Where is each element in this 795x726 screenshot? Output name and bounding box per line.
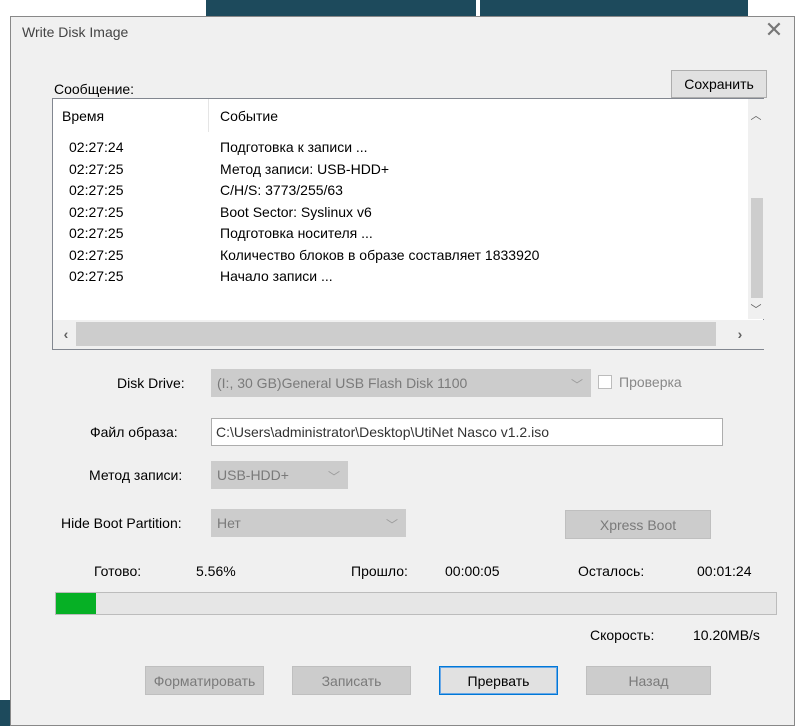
- speed-label: Скорость:: [590, 627, 655, 643]
- write-method-label: Метод записи:: [89, 467, 183, 483]
- disk-drive-label: Disk Drive:: [117, 375, 185, 391]
- scrollbar-corner: [748, 320, 764, 349]
- progress-bar: [55, 592, 777, 615]
- hide-boot-partition-label: Hide Boot Partition:: [61, 515, 182, 531]
- chevron-down-icon: ﹀: [385, 518, 398, 532]
- log-row-event[interactable]: Метод записи: USB-HDD+: [220, 161, 389, 177]
- log-label: Сообщение:: [54, 81, 135, 97]
- write-button[interactable]: Записать: [292, 666, 411, 695]
- log-row-event[interactable]: Boot Sector: Syslinux v6: [220, 204, 372, 220]
- column-header-time[interactable]: Время: [62, 108, 104, 124]
- abort-button[interactable]: Прервать: [439, 666, 558, 695]
- remaining-value: 00:01:24: [697, 563, 752, 579]
- horizontal-scroll-thumb[interactable]: [76, 322, 716, 346]
- log-list[interactable]: [52, 98, 764, 350]
- image-file-input[interactable]: C:\Users\administrator\Desktop\UtiNet Na…: [211, 418, 723, 446]
- done-value: 5.56%: [196, 563, 236, 579]
- scroll-up-icon[interactable]: ︿: [748, 108, 764, 124]
- verify-label: Проверка: [619, 374, 682, 390]
- log-row-event[interactable]: Количество блоков в образе составляет 18…: [220, 247, 539, 263]
- log-row-time[interactable]: 02:27:25: [69, 268, 124, 284]
- progress-fill: [56, 593, 96, 614]
- log-row-event[interactable]: Начало записи ...: [220, 268, 333, 284]
- write-method-value: USB-HDD+: [217, 467, 289, 483]
- verify-checkbox[interactable]: [598, 375, 612, 389]
- save-log-button[interactable]: Сохранить: [671, 70, 767, 98]
- chevron-down-icon: ﹀: [327, 470, 340, 484]
- elapsed-value: 00:00:05: [445, 563, 500, 579]
- column-divider[interactable]: [208, 99, 209, 132]
- scroll-down-icon[interactable]: ﹀: [748, 302, 764, 318]
- log-row-time[interactable]: 02:27:25: [69, 182, 124, 198]
- log-row-time[interactable]: 02:27:25: [69, 225, 124, 241]
- elapsed-label: Прошло:: [351, 563, 408, 579]
- image-file-label: Файл образа:: [90, 424, 178, 440]
- vertical-scroll-thumb[interactable]: [751, 198, 763, 298]
- format-button[interactable]: Форматировать: [145, 666, 264, 695]
- close-icon[interactable]: ✕: [762, 18, 786, 42]
- remaining-label: Осталось:: [578, 563, 645, 579]
- back-button[interactable]: Назад: [586, 666, 711, 695]
- done-label: Готово:: [94, 563, 142, 579]
- log-row-time[interactable]: 02:27:25: [69, 204, 124, 220]
- column-header-event[interactable]: Событие: [220, 108, 278, 124]
- write-method-select[interactable]: USB-HDD+ ﹀: [211, 461, 348, 489]
- hide-boot-partition-select[interactable]: Нет ﹀: [211, 509, 406, 537]
- xpress-boot-button[interactable]: Xpress Boot: [565, 510, 711, 539]
- log-row-time[interactable]: 02:27:25: [69, 247, 124, 263]
- scroll-right-icon[interactable]: ›: [731, 324, 749, 344]
- background-left-bar: [0, 700, 10, 726]
- disk-drive-value: (I:, 30 GB)General USB Flash Disk 1100: [217, 375, 468, 391]
- scroll-left-icon[interactable]: ‹: [57, 324, 75, 344]
- log-row-event[interactable]: C/H/S: 3773/255/63: [220, 182, 343, 198]
- window-title: Write Disk Image: [22, 24, 129, 40]
- disk-drive-select[interactable]: (I:, 30 GB)General USB Flash Disk 1100 ﹀: [211, 369, 591, 397]
- log-row-event[interactable]: Подготовка к записи ...: [220, 139, 368, 155]
- speed-value: 10.20MB/s: [693, 627, 760, 643]
- chevron-down-icon: ﹀: [570, 378, 583, 392]
- log-row-time[interactable]: 02:27:25: [69, 161, 124, 177]
- log-row-event[interactable]: Подготовка носителя ...: [220, 225, 373, 241]
- hide-boot-partition-value: Нет: [217, 515, 241, 531]
- log-row-time[interactable]: 02:27:24: [69, 139, 124, 155]
- background-divider: [476, 0, 480, 16]
